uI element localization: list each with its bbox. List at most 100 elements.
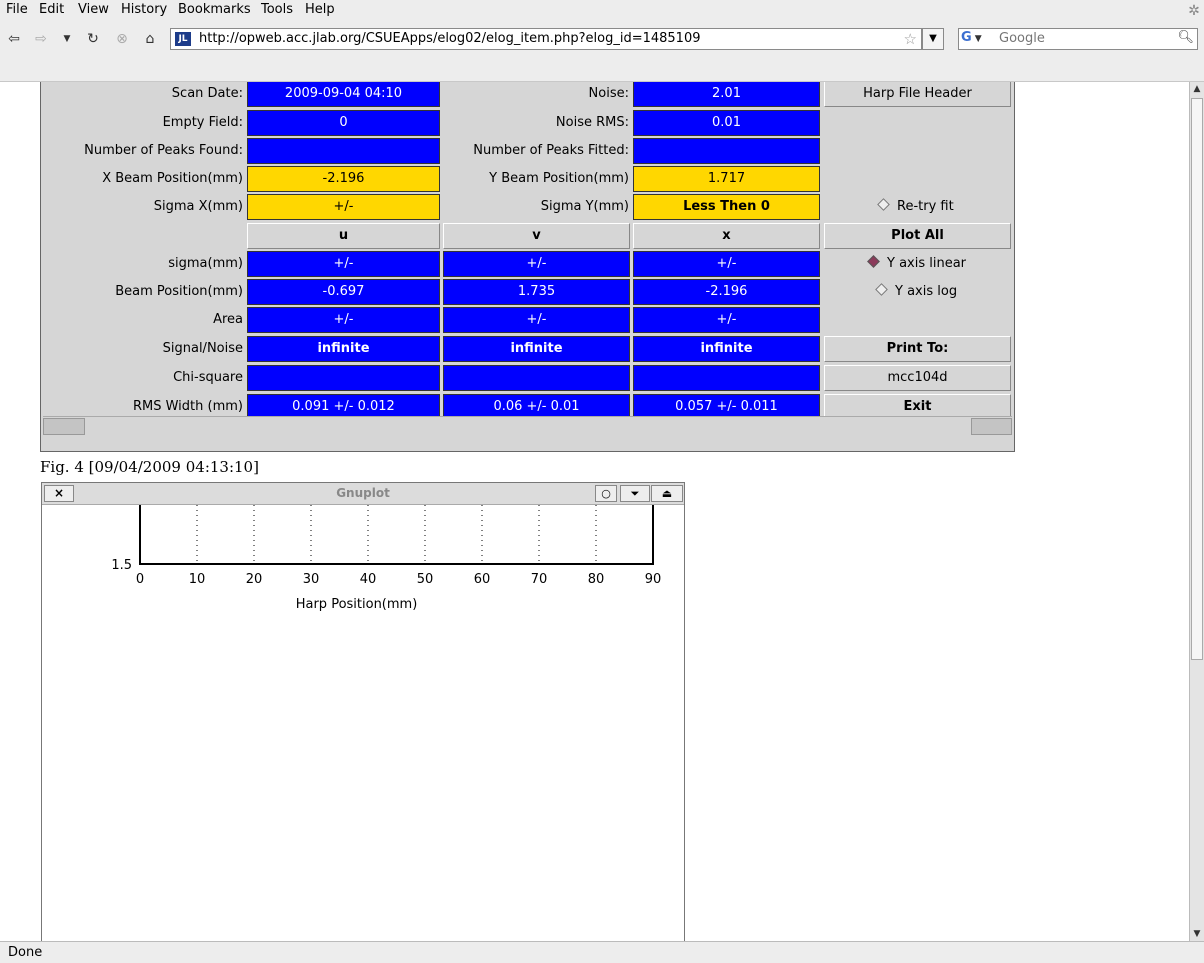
gnuplot-window: × Gnuplot ○ ⏷ ⏏ 01020304050607080901.522…: [41, 482, 685, 941]
wire-current-plot: 01020304050607080901.522.533.544.5IHA1H0…: [42, 505, 684, 941]
menu-view[interactable]: View: [78, 2, 109, 17]
menu-down-icon[interactable]: ⏷: [620, 485, 650, 502]
x-tick-label: 30: [303, 572, 320, 587]
url-dropdown-icon[interactable]: ▼: [922, 28, 944, 50]
row-label: sigma(mm): [168, 256, 243, 271]
scroll-right-button[interactable]: [971, 418, 1012, 435]
retry-fit-label: Re-try fit: [897, 199, 954, 214]
x-tick-label: 20: [246, 572, 263, 587]
bookmarks-toolbar: [0, 56, 1204, 82]
search-engine-selector[interactable]: G ▼: [961, 30, 995, 48]
stop-icon[interactable]: ⊗: [113, 30, 131, 48]
beam-pos-v-value: 1.735: [443, 279, 630, 305]
gnuplot-title: Gnuplot: [336, 486, 390, 500]
menu-tools[interactable]: Tools: [261, 2, 293, 17]
back-icon[interactable]: ⇦: [5, 30, 23, 48]
scrollbar-thumb[interactable]: [1191, 98, 1203, 660]
x-tick-label: 50: [417, 572, 434, 587]
sigma-x-value: +/-: [247, 194, 440, 220]
noise-value: 2.01: [633, 82, 820, 107]
harp-file-header-button[interactable]: Harp File Header: [824, 82, 1011, 107]
empty-field-label: Empty Field:: [162, 115, 243, 130]
history-dropdown-icon[interactable]: ▼: [58, 30, 76, 48]
empty-field-value: 0: [247, 110, 440, 136]
bookmark-star-icon[interactable]: ☆: [904, 30, 917, 48]
scan-date-value: 2009-09-04 04:10: [247, 82, 440, 107]
url-text[interactable]: http://opweb.acc.jlab.org/CSUEApps/elog0…: [199, 31, 701, 46]
site-favicon-icon: JL: [175, 32, 191, 46]
x-beam-position-label: X Beam Position(mm): [102, 171, 243, 186]
menu-help[interactable]: Help: [305, 2, 335, 17]
y-axis-log-option[interactable]: Y axis log: [875, 281, 958, 303]
x-tick-label: 10: [189, 572, 206, 587]
search-icon[interactable]: 🔍︎: [1177, 30, 1194, 45]
page-content: Scan Date: 2009-09-04 04:10 Noise: 2.01 …: [0, 82, 1189, 941]
snr-u-value: infinite: [247, 336, 440, 362]
x-tick-label: 80: [588, 572, 605, 587]
area-x-value: +/-: [633, 307, 820, 333]
peaks-fitted-value: [633, 138, 820, 164]
minimize-circle-icon[interactable]: ○: [595, 485, 617, 502]
search-input[interactable]: [999, 31, 1169, 46]
scroll-up-icon[interactable]: ▲: [1190, 82, 1204, 96]
search-bar[interactable]: G ▼ 🔍︎: [958, 28, 1198, 50]
chi-x-value: [633, 365, 820, 391]
status-text: Done: [8, 945, 43, 960]
shade-eject-icon[interactable]: ⏏: [651, 485, 683, 502]
retry-fit-radio-icon[interactable]: [877, 198, 890, 211]
beam-pos-x-value: -2.196: [633, 279, 820, 305]
column-x-button[interactable]: x: [633, 223, 820, 249]
retry-fit-option[interactable]: Re-try fit: [877, 196, 954, 218]
menu-edit[interactable]: Edit: [39, 2, 64, 17]
column-u-button[interactable]: u: [247, 223, 440, 249]
peaks-fitted-label: Number of Peaks Fitted:: [473, 143, 629, 158]
scroll-left-button[interactable]: [43, 418, 85, 435]
y-beam-position-value: 1.717: [633, 166, 820, 192]
y-tick-label: 2: [124, 505, 132, 508]
status-bar: Done: [0, 941, 1204, 963]
navigation-toolbar: ⇦ ⇨ ▼ ↻ ⊗ ⌂ JL http://opweb.acc.jlab.org…: [0, 22, 1204, 56]
y-axis-linear-radio-icon[interactable]: [867, 255, 880, 268]
sigma-y-label: Sigma Y(mm): [540, 199, 629, 214]
sigma-v-value: +/-: [443, 251, 630, 277]
x-beam-position-value: -2.196: [247, 166, 440, 192]
scroll-down-icon[interactable]: ▼: [1190, 927, 1204, 941]
y-tick-label: 1.5: [111, 558, 132, 573]
menu-bookmarks[interactable]: Bookmarks: [178, 2, 251, 17]
noise-rms-value: 0.01: [633, 110, 820, 136]
home-icon[interactable]: ⌂: [141, 30, 159, 48]
harp-analysis-panel: Scan Date: 2009-09-04 04:10 Noise: 2.01 …: [40, 82, 1015, 452]
page-vertical-scrollbar[interactable]: ▲ ▼: [1189, 82, 1204, 941]
plot-background: [42, 505, 684, 941]
column-v-button[interactable]: v: [443, 223, 630, 249]
url-bar[interactable]: JL http://opweb.acc.jlab.org/CSUEApps/el…: [170, 28, 922, 50]
print-to-button[interactable]: Print To:: [824, 336, 1011, 362]
y-axis-log-label: Y axis log: [895, 284, 958, 299]
snr-x-value: infinite: [633, 336, 820, 362]
peaks-found-value: [247, 138, 440, 164]
reload-icon[interactable]: ↻: [84, 30, 102, 48]
row-label: Area: [213, 312, 243, 327]
noise-rms-label: Noise RMS:: [555, 115, 629, 130]
y-axis-linear-label: Y axis linear: [887, 256, 967, 271]
x-tick-label: 90: [645, 572, 662, 587]
panel-horizontal-scrollbar[interactable]: [43, 416, 1012, 436]
menu-history[interactable]: History: [121, 2, 167, 17]
printer-name-field[interactable]: mcc104d: [824, 365, 1011, 391]
x-tick-label: 60: [474, 572, 491, 587]
plot-all-button[interactable]: Plot All: [824, 223, 1011, 249]
gnuplot-titlebar[interactable]: × Gnuplot ○ ⏷ ⏏: [42, 483, 684, 505]
scan-date-label: Scan Date:: [171, 86, 243, 101]
sigma-u-value: +/-: [247, 251, 440, 277]
forward-icon[interactable]: ⇨: [32, 30, 50, 48]
area-v-value: +/-: [443, 307, 630, 333]
y-beam-position-label: Y Beam Position(mm): [489, 171, 629, 186]
menu-bar: File Edit View History Bookmarks Tools H…: [0, 0, 1204, 22]
menu-file[interactable]: File: [6, 2, 28, 17]
y-axis-linear-option[interactable]: Y axis linear: [867, 253, 967, 275]
snr-v-value: infinite: [443, 336, 630, 362]
y-axis-log-radio-icon[interactable]: [875, 283, 888, 296]
noise-label: Noise:: [588, 86, 629, 101]
row-label: Signal/Noise: [162, 341, 243, 356]
sigma-x-col-value: +/-: [633, 251, 820, 277]
